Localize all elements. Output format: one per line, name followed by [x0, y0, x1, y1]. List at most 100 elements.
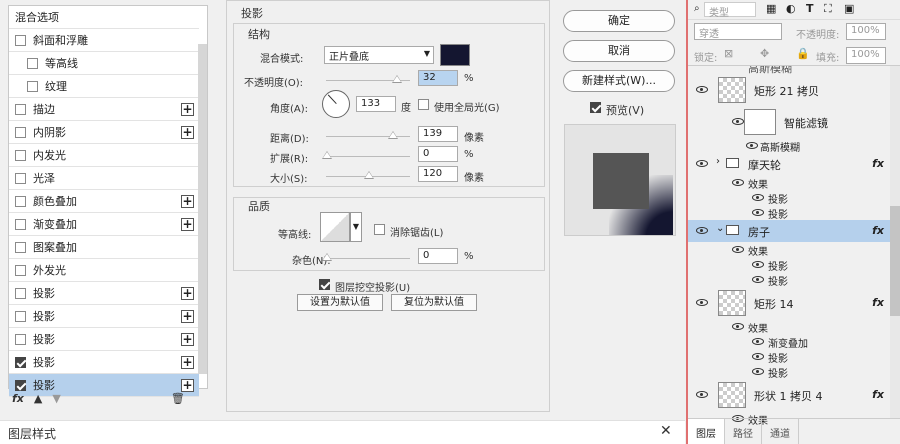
layer-row[interactable]: 智能滤镜 — [688, 106, 890, 138]
lock-pixels-icon[interactable]: ⊠ — [724, 47, 733, 60]
eye-icon[interactable] — [732, 118, 744, 125]
add-style-icon[interactable]: + — [181, 287, 194, 300]
add-style-icon[interactable]: + — [181, 218, 194, 231]
layer-row[interactable]: 投影 — [688, 190, 890, 206]
style-checkbox[interactable] — [15, 195, 26, 207]
style-list-scrollbar[interactable] — [198, 44, 207, 374]
chevron-icon[interactable]: › — [716, 156, 720, 167]
add-style-icon[interactable]: + — [181, 379, 194, 392]
fx-icon[interactable]: fx — [872, 296, 884, 309]
style-checkbox[interactable] — [15, 149, 26, 161]
style-item[interactable]: 内阴影 + — [9, 121, 199, 144]
distance-slider-thumb[interactable] — [388, 131, 398, 139]
style-item[interactable]: 投影 + — [9, 328, 199, 351]
eye-icon[interactable] — [732, 178, 744, 186]
trash-icon[interactable]: 🗑 — [171, 392, 185, 408]
layer-row[interactable]: › 摩天轮 fx — [688, 153, 890, 175]
style-item[interactable]: 等高线 — [9, 52, 199, 75]
add-style-icon[interactable]: + — [181, 333, 194, 346]
style-checkbox[interactable] — [15, 103, 26, 115]
eye-icon[interactable] — [752, 208, 764, 216]
style-item[interactable]: 投影 + — [9, 282, 199, 305]
new-style-button[interactable]: 新建样式(W)... — [563, 70, 675, 92]
panel-tab[interactable]: 路径 — [725, 419, 762, 444]
fx-icon[interactable]: fx — [872, 388, 884, 401]
panel-tab[interactable]: 图层 — [688, 419, 725, 444]
style-checkbox[interactable] — [15, 379, 26, 391]
lock-all-icon[interactable]: 🔒 — [796, 47, 810, 60]
style-checkbox[interactable] — [15, 356, 26, 368]
fx-icon[interactable]: fx — [872, 224, 884, 237]
angle-dial[interactable] — [322, 90, 350, 118]
ok-button[interactable]: 确定 — [563, 10, 675, 32]
noise-input[interactable]: 0 — [418, 248, 458, 264]
style-checkbox[interactable] — [15, 126, 26, 138]
smart-filter-icon[interactable]: ▣ — [844, 2, 854, 15]
chevron-down-icon[interactable]: ▼ — [350, 212, 362, 242]
fx-icon[interactable]: fx — [12, 392, 24, 408]
layer-row[interactable]: 形状 1 拷贝 4 fx — [688, 379, 890, 411]
shape-filter-icon[interactable]: ⛶ — [824, 2, 832, 16]
cancel-button[interactable]: 取消 — [563, 40, 675, 62]
type-filter-icon[interactable]: T — [806, 2, 814, 15]
eye-icon[interactable] — [746, 141, 758, 149]
style-item[interactable]: 投影 + — [9, 351, 199, 374]
opacity-slider-thumb[interactable] — [392, 75, 402, 83]
style-item[interactable]: 外发光 — [9, 259, 199, 282]
style-checkbox[interactable] — [15, 241, 26, 253]
move-up-icon[interactable]: ▲ — [34, 392, 42, 408]
style-checkbox[interactable] — [15, 264, 26, 276]
eye-icon[interactable] — [752, 352, 764, 360]
panel-tab[interactable]: 通道 — [762, 419, 799, 444]
layer-row[interactable]: 矩形 21 拷贝 — [688, 74, 890, 106]
eye-icon[interactable] — [752, 260, 764, 268]
size-slider-thumb[interactable] — [364, 171, 374, 179]
layer-row[interactable]: 投影 — [688, 205, 890, 221]
layer-blend-select[interactable]: 穿透 — [694, 23, 782, 40]
eye-icon[interactable] — [752, 275, 764, 283]
add-style-icon[interactable]: + — [181, 103, 194, 116]
filter-kind-select[interactable]: 类型 — [704, 2, 756, 19]
style-checkbox[interactable] — [27, 80, 38, 92]
reset-default-button[interactable]: 复位为默认值 — [391, 294, 477, 311]
angle-input[interactable]: 133 — [356, 96, 396, 112]
style-item[interactable]: 描边 + — [9, 98, 199, 121]
close-icon[interactable]: ✕ — [660, 423, 672, 439]
adjust-filter-icon[interactable]: ◐ — [786, 2, 796, 15]
chevron-icon[interactable]: ⌄ — [716, 223, 724, 234]
eye-icon[interactable] — [752, 367, 764, 375]
style-item[interactable]: 内发光 — [9, 144, 199, 167]
eye-icon[interactable] — [732, 245, 744, 253]
layer-row[interactable]: ⌄ 房子 fx — [688, 220, 890, 242]
layer-row[interactable]: 效果 — [688, 319, 890, 335]
antialias-checkbox[interactable] — [374, 224, 385, 235]
style-checkbox[interactable] — [15, 333, 26, 345]
style-item[interactable]: 纹理 — [9, 75, 199, 98]
add-style-icon[interactable]: + — [181, 195, 194, 208]
blend-options-item[interactable]: 混合选项 — [9, 6, 199, 29]
set-default-button[interactable]: 设置为默认值 — [297, 294, 383, 311]
style-checkbox[interactable] — [15, 172, 26, 184]
style-item[interactable]: 斜面和浮雕 — [9, 29, 199, 52]
noise-slider-thumb[interactable] — [322, 253, 332, 261]
eye-icon[interactable] — [696, 227, 708, 234]
add-style-icon[interactable]: + — [181, 356, 194, 369]
style-item[interactable]: 图案叠加 — [9, 236, 199, 259]
style-checkbox[interactable] — [27, 57, 38, 69]
move-down-icon[interactable]: ▼ — [52, 392, 60, 408]
shadow-color-swatch[interactable] — [440, 44, 470, 66]
layer-row[interactable]: 效果 — [688, 242, 890, 258]
layer-opacity-input[interactable]: 100% — [846, 23, 886, 40]
style-item[interactable]: 光泽 — [9, 167, 199, 190]
global-light-checkbox[interactable] — [418, 99, 429, 110]
style-checkbox[interactable] — [15, 310, 26, 322]
layers-scrollbar[interactable] — [890, 206, 900, 316]
noise-slider[interactable] — [326, 258, 410, 259]
size-input[interactable]: 120 — [418, 166, 458, 182]
preview-checkbox[interactable] — [590, 102, 601, 113]
spread-slider-thumb[interactable] — [322, 151, 332, 159]
layer-row[interactable]: 高斯模糊 — [688, 138, 890, 154]
style-checkbox[interactable] — [15, 34, 26, 46]
add-style-icon[interactable]: + — [181, 310, 194, 323]
eye-icon[interactable] — [696, 299, 708, 306]
